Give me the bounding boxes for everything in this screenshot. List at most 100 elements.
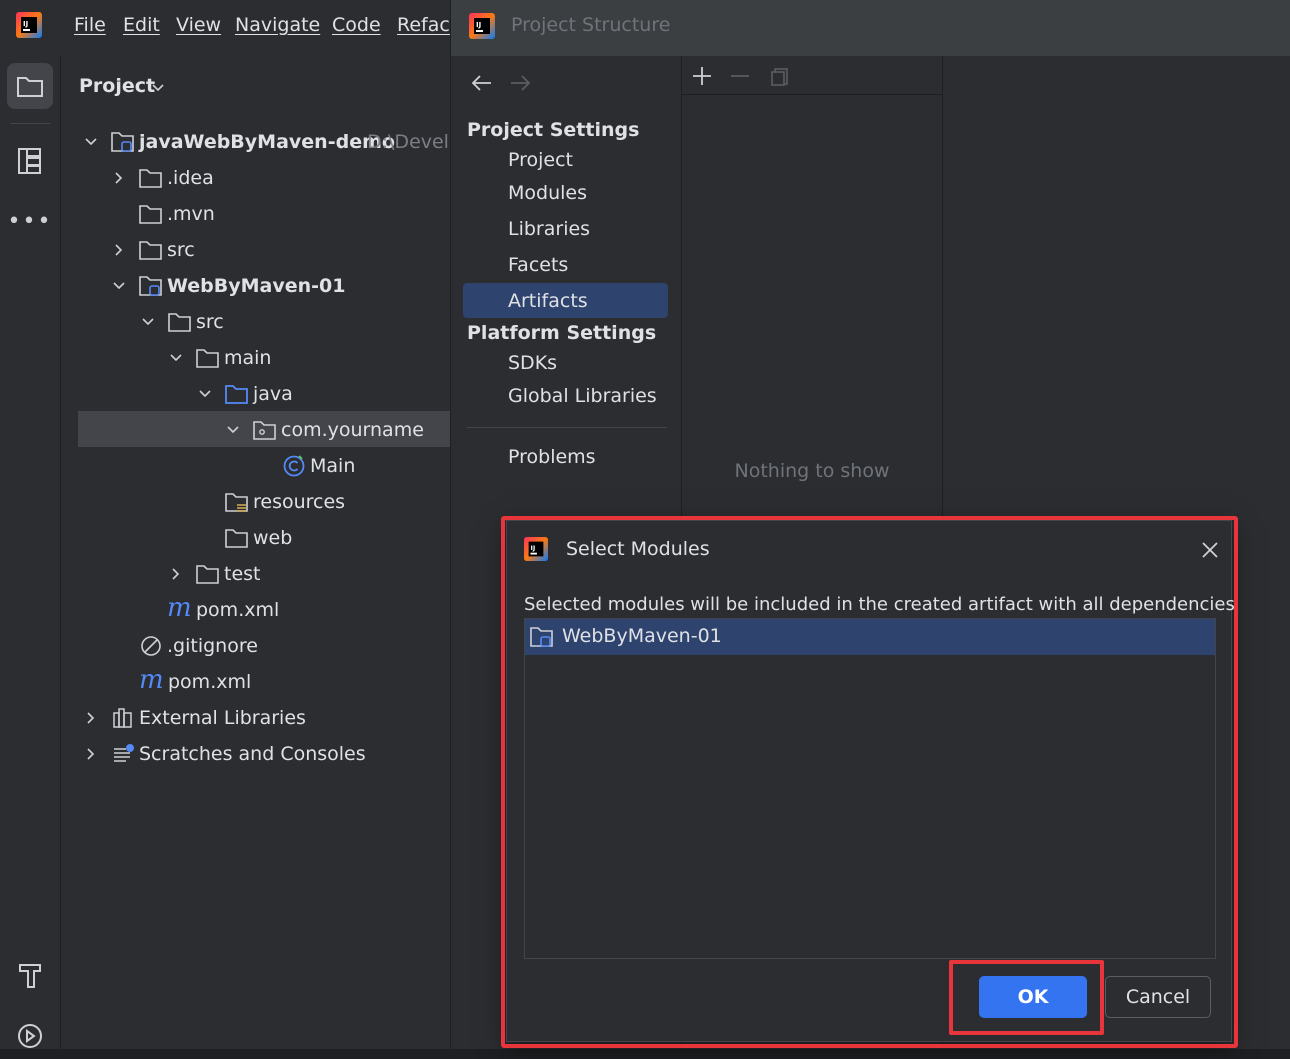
folder-icon	[225, 529, 248, 548]
structure-tool-button[interactable]	[7, 138, 53, 184]
add-icon[interactable]	[691, 65, 713, 87]
ok-button[interactable]: OK	[979, 976, 1087, 1018]
strip-divider	[10, 123, 50, 124]
tree-row-package[interactable]: com.yourname	[225, 412, 445, 448]
chevron-right-icon[interactable]	[111, 242, 127, 258]
ignore-file-icon	[141, 636, 161, 656]
project-panel: Project javaWebByMaven-demo D:\Develo .i…	[61, 55, 450, 1049]
tree-row-root-pom[interactable]: m pom.xml	[139, 664, 419, 700]
intellij-logo-icon: IJ	[524, 537, 548, 561]
dialog-title: Select Modules	[566, 538, 710, 560]
tree-row-scratches[interactable]: Scratches and Consoles	[83, 736, 413, 772]
module-name: WebByMaven-01	[562, 625, 722, 647]
project-settings-header: Project Settings	[467, 119, 640, 141]
back-arrow-icon[interactable]	[471, 73, 493, 93]
tree-label: com.yourname	[281, 419, 424, 441]
resources-folder-icon	[225, 493, 248, 512]
tree-row-module[interactable]: WebByMaven-01	[111, 268, 411, 304]
nav-global-libraries[interactable]: Global Libraries	[508, 385, 657, 407]
chevron-right-icon[interactable]	[111, 170, 127, 186]
tree-label: javaWebByMaven-demo	[139, 131, 395, 153]
menu-edit[interactable]: Edit	[123, 14, 160, 36]
tree-label: .idea	[167, 167, 214, 189]
tree-label: java	[253, 383, 293, 405]
tree-row-java[interactable]: java	[197, 376, 437, 412]
nav-sdks[interactable]: SDKs	[508, 352, 557, 374]
tree-label: main	[224, 347, 272, 369]
folder-icon	[139, 241, 162, 260]
chevron-down-icon[interactable]	[111, 278, 127, 294]
project-structure-titlebar: IJ Project Structure	[451, 0, 1290, 56]
cancel-button[interactable]: Cancel	[1105, 976, 1211, 1018]
source-folder-icon	[225, 385, 248, 404]
nav-libraries[interactable]: Libraries	[508, 218, 590, 240]
tree-row-web[interactable]: web	[225, 520, 445, 556]
more-tools-button[interactable]: •••	[7, 198, 53, 244]
dialog-description: Selected modules will be included in the…	[524, 594, 1235, 615]
chevron-right-icon[interactable]	[168, 566, 184, 582]
maven-icon: m	[139, 665, 164, 695]
forward-arrow-icon[interactable]	[509, 73, 531, 93]
copy-icon[interactable]	[769, 65, 791, 87]
tree-row-external-libraries[interactable]: External Libraries	[83, 700, 413, 736]
tree-row-src[interactable]: src	[111, 232, 411, 268]
package-icon	[253, 421, 276, 440]
intellij-logo-icon: IJ	[469, 13, 495, 39]
tree-row-idea[interactable]: .idea	[111, 160, 411, 196]
folder-icon	[196, 565, 219, 584]
menu-view[interactable]: View	[176, 14, 221, 36]
tree-label: test	[224, 563, 261, 585]
nav-modules[interactable]: Modules	[508, 182, 587, 204]
tree-row-mvn[interactable]: .mvn	[111, 196, 411, 232]
menu-navigate[interactable]: Navigate	[235, 14, 320, 36]
menu-refactor[interactable]: Refact	[397, 14, 457, 36]
tree-label: External Libraries	[139, 707, 306, 729]
chevron-down-icon[interactable]	[225, 422, 241, 438]
tree-label: .mvn	[167, 203, 215, 225]
module-folder-icon	[530, 627, 553, 647]
remove-icon[interactable]	[729, 65, 751, 87]
chevron-down-icon[interactable]	[168, 350, 184, 366]
nav-project[interactable]: Project	[508, 149, 573, 171]
svg-text:IJ: IJ	[476, 21, 481, 29]
chevron-down-icon[interactable]	[83, 134, 99, 150]
menu-file[interactable]: File	[74, 14, 106, 36]
chevron-right-icon[interactable]	[83, 746, 99, 762]
nav-facets[interactable]: Facets	[508, 254, 568, 276]
folder-icon	[168, 313, 191, 332]
project-structure-title: Project Structure	[511, 14, 671, 36]
project-panel-title[interactable]: Project	[79, 75, 155, 97]
close-icon[interactable]	[1201, 541, 1219, 559]
nav-artifacts[interactable]: Artifacts	[508, 290, 588, 312]
tree-row-src-2[interactable]: src	[140, 304, 420, 340]
module-list-item[interactable]: WebByMaven-01	[525, 619, 1215, 655]
modules-list: WebByMaven-01	[524, 618, 1216, 959]
toolbar-divider	[682, 94, 942, 95]
project-tool-button[interactable]	[7, 63, 53, 109]
tree-row-module-pom[interactable]: m pom.xml	[167, 592, 427, 628]
tree-label: pom.xml	[196, 599, 280, 621]
chevron-down-icon[interactable]	[140, 314, 156, 330]
chevron-down-icon[interactable]	[152, 83, 164, 93]
intellij-logo-icon[interactable]: IJ	[16, 12, 42, 38]
tree-row-main[interactable]: main	[168, 340, 428, 376]
run-tool-button[interactable]	[7, 1013, 53, 1059]
tree-label: .gitignore	[167, 635, 258, 657]
chevron-down-icon[interactable]	[197, 386, 213, 402]
tree-row-resources[interactable]: resources	[225, 484, 445, 520]
chevron-right-icon[interactable]	[83, 710, 99, 726]
tree-label: web	[253, 527, 293, 549]
platform-settings-header: Platform Settings	[467, 322, 657, 344]
svg-text:IJ: IJ	[23, 20, 28, 28]
tree-row-gitignore[interactable]: .gitignore	[140, 628, 420, 664]
tree-label: resources	[253, 491, 346, 513]
tool-window-strip: •••	[0, 55, 61, 1049]
java-class-icon	[283, 455, 305, 477]
tree-row-main-class[interactable]: Main	[282, 448, 442, 484]
nav-problems[interactable]: Problems	[508, 446, 596, 468]
tree-row-test[interactable]: test	[168, 556, 428, 592]
build-tool-button[interactable]	[7, 953, 53, 999]
tree-label: src	[196, 311, 224, 333]
menu-code[interactable]: Code	[332, 14, 381, 36]
empty-state-text: Nothing to show	[734, 460, 890, 482]
